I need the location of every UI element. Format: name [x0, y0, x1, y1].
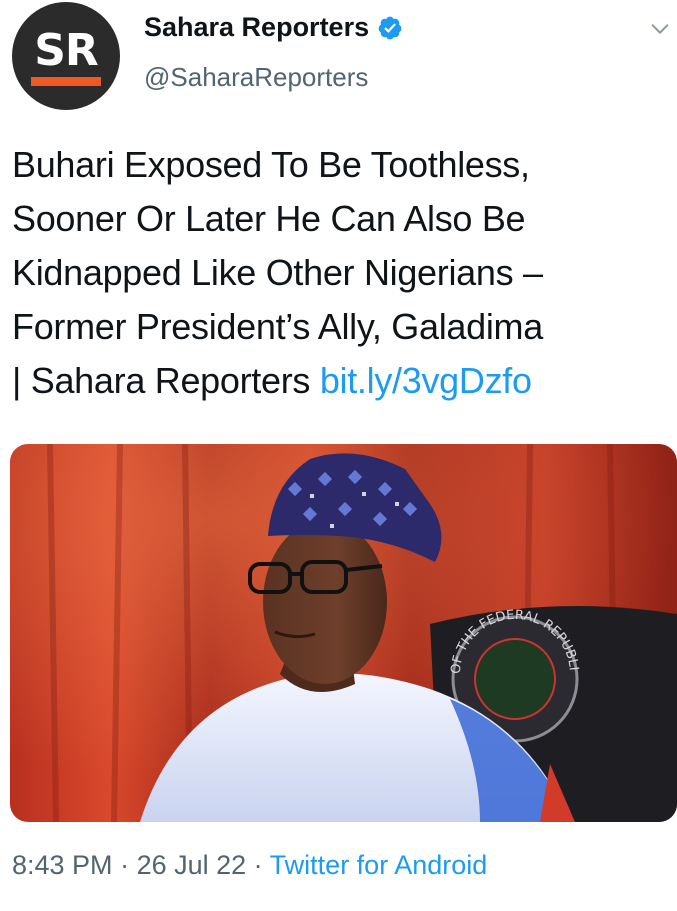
- tweet-time[interactable]: 8:43 PM: [12, 850, 113, 880]
- tweet-link[interactable]: bit.ly/3vgDzfo: [320, 360, 532, 401]
- tweet: SR Sahara Reporters @SaharaReporters Buh…: [0, 0, 677, 911]
- tweet-text: Buhari Exposed To Be Toothless, Sooner O…: [12, 138, 672, 408]
- chevron-down-icon[interactable]: [649, 18, 671, 40]
- tweet-source-link[interactable]: Twitter for Android: [270, 850, 488, 880]
- avatar-logo-bar: [31, 76, 101, 86]
- author-name-row: Sahara Reporters: [144, 12, 403, 43]
- author-display-name[interactable]: Sahara Reporters: [144, 12, 369, 43]
- photo-image: OF THE FEDERAL REPUBLIC: [10, 444, 677, 822]
- tweet-meta: 8:43 PM · 26 Jul 22 · Twitter for Androi…: [12, 850, 487, 881]
- meta-separator: ·: [246, 850, 270, 880]
- author-handle[interactable]: @SaharaReporters: [144, 62, 368, 93]
- avatar-logo-text: SR: [34, 24, 99, 76]
- meta-separator: ·: [112, 850, 137, 880]
- verified-badge-icon: [378, 16, 402, 39]
- avatar[interactable]: SR: [12, 2, 120, 110]
- tweet-date[interactable]: 26 Jul 22: [137, 850, 247, 880]
- tweet-photo[interactable]: OF THE FEDERAL REPUBLIC: [10, 444, 677, 822]
